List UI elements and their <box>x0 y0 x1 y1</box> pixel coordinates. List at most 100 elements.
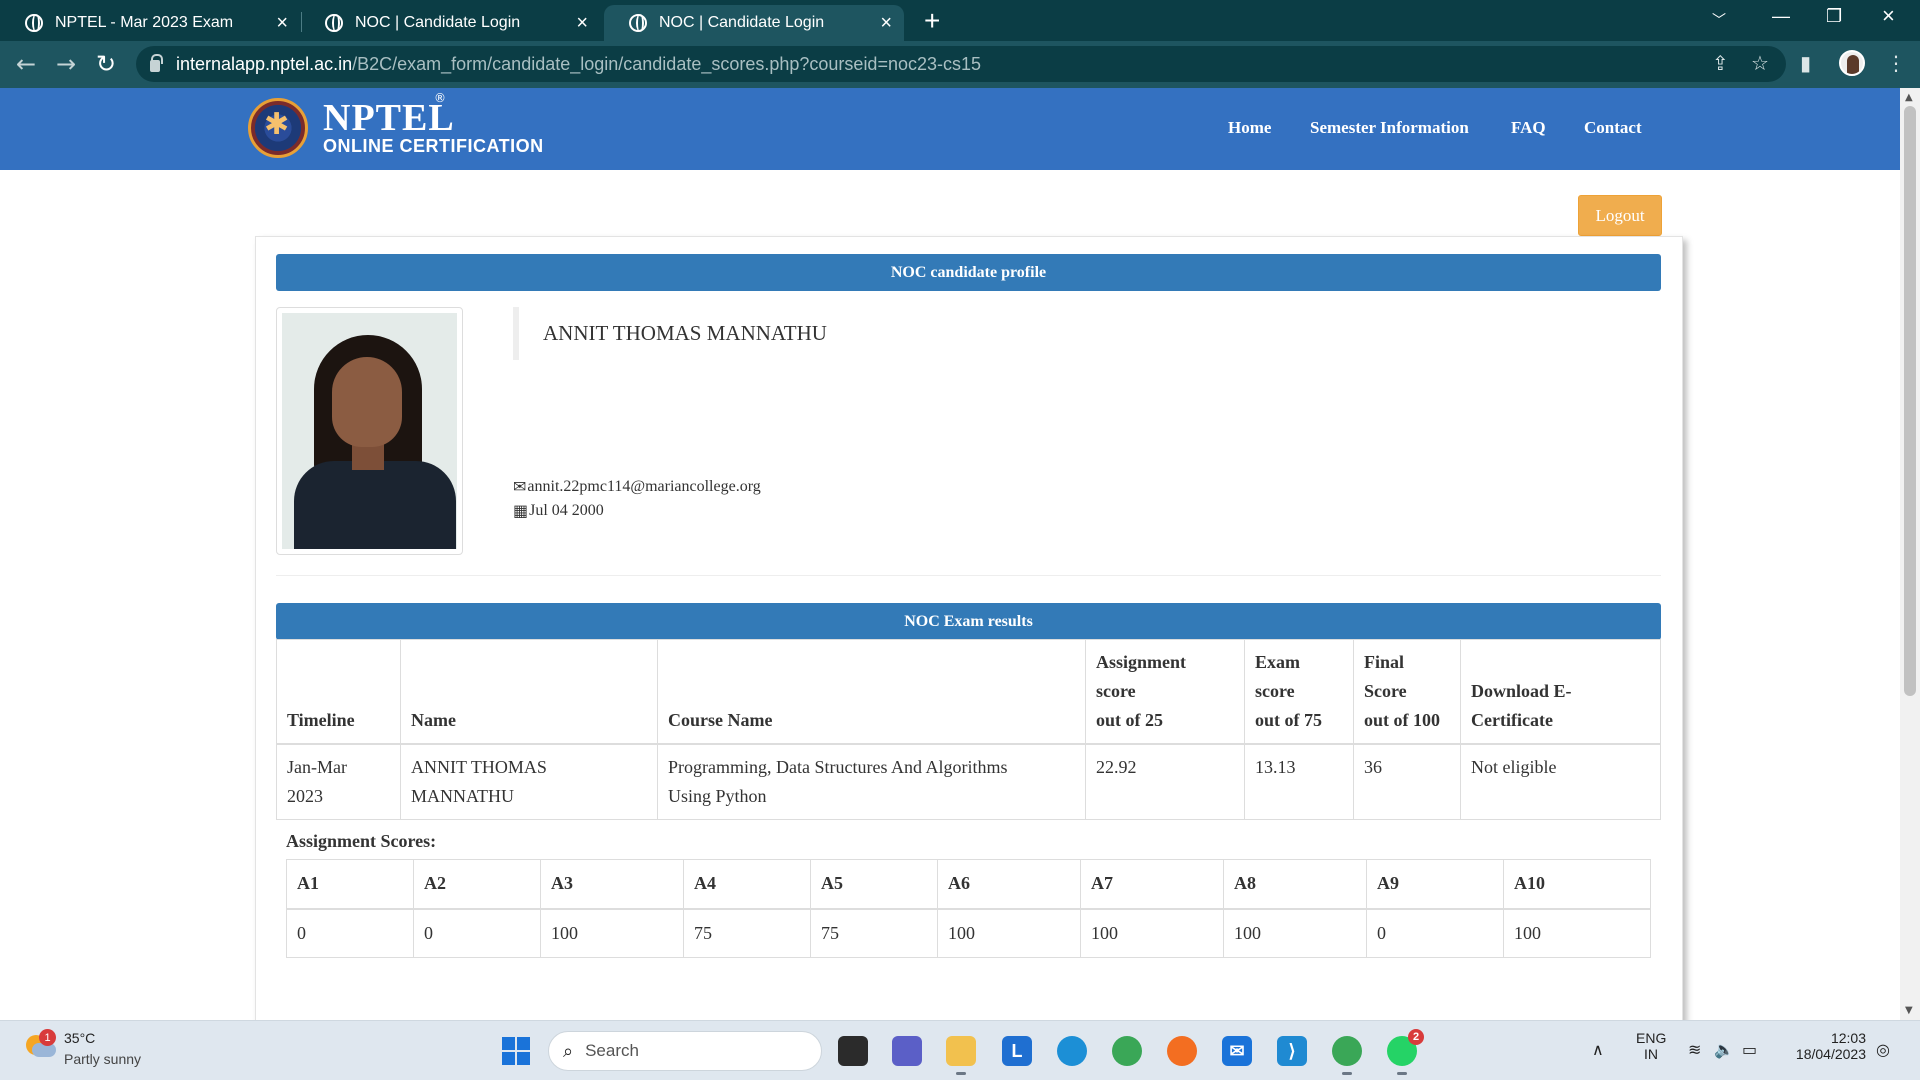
notification-badge: 2 <box>1408 1029 1424 1045</box>
cell-name: ANNIT THOMAS MANNATHU <box>400 743 658 820</box>
candidate-photo <box>276 307 463 555</box>
new-tab-button[interactable]: + <box>924 6 940 36</box>
logout-button[interactable]: Logout <box>1578 195 1662 236</box>
close-icon[interactable]: × <box>576 13 588 33</box>
forward-icon[interactable]: → <box>56 51 76 77</box>
tab-search-icon[interactable]: ﹀ <box>1712 10 1726 30</box>
tab-candidate-login-active[interactable]: NOC | Candidate Login × <box>604 5 904 41</box>
nav-semester-information[interactable]: Semester Information <box>1310 118 1469 138</box>
col-a1: A1 <box>286 859 414 910</box>
score-a2: 0 <box>413 908 541 958</box>
profile-avatar[interactable] <box>1839 50 1865 76</box>
chrome-icon[interactable] <box>1112 1036 1142 1066</box>
col-assignment-score: Assignment score out of 25 <box>1085 639 1245 745</box>
col-a3: A3 <box>540 859 684 910</box>
search-placeholder: Search <box>585 1041 639 1060</box>
score-a8: 100 <box>1223 908 1367 958</box>
candidate-name: ANNIT THOMAS MANNATHU <box>513 307 827 360</box>
gift-icon: ▦ <box>513 501 529 520</box>
chrome-profile-icon[interactable] <box>1332 1036 1362 1075</box>
candidate-dob: Jul 04 2000 <box>529 501 604 519</box>
close-icon[interactable]: × <box>880 13 892 33</box>
app-l-icon[interactable]: L <box>1002 1036 1032 1066</box>
minimize-icon[interactable]: — <box>1772 6 1790 27</box>
weather-description[interactable]: Partly sunny <box>64 1051 141 1067</box>
col-timeline: Timeline <box>276 639 401 745</box>
menu-kebab-icon[interactable]: ⋮ <box>1886 51 1906 75</box>
score-a10: 100 <box>1503 908 1651 958</box>
col-a5: A5 <box>810 859 938 910</box>
lock-icon[interactable] <box>150 54 163 72</box>
address-bar[interactable]: internalapp.nptel.ac.in/B2C/exam_form/ca… <box>136 46 1786 82</box>
file-explorer-icon[interactable] <box>946 1036 976 1075</box>
nav-faq[interactable]: FAQ <box>1511 118 1546 138</box>
back-icon[interactable]: ← <box>16 51 36 77</box>
score-a7: 100 <box>1080 908 1224 958</box>
nptel-logo-icon[interactable] <box>248 98 308 158</box>
notification-icon[interactable]: ◎ <box>1876 1040 1890 1059</box>
edge-icon[interactable] <box>1057 1036 1087 1066</box>
col-a6: A6 <box>937 859 1081 910</box>
clock[interactable]: 12:03 18/04/2023 <box>1786 1030 1866 1062</box>
mail-icon[interactable]: ✉ <box>1222 1036 1252 1066</box>
cell-assignment-score: 22.92 <box>1085 743 1245 820</box>
cell-timeline: Jan-Mar 2023 <box>276 743 401 820</box>
volume-icon[interactable]: 🔈 <box>1714 1040 1734 1059</box>
globe-icon <box>25 14 43 32</box>
close-icon[interactable]: × <box>276 13 288 33</box>
battery-icon[interactable]: ▭ <box>1742 1040 1757 1059</box>
col-name: Name <box>400 639 658 745</box>
nav-home[interactable]: Home <box>1228 118 1271 138</box>
score-a4: 75 <box>683 908 811 958</box>
firefox-icon[interactable] <box>1167 1036 1197 1066</box>
assignment-scores-table: A1 A2 A3 A4 A5 A6 A7 A8 A9 A10 0 0 100 7… <box>286 859 1651 958</box>
cell-exam-score: 13.13 <box>1244 743 1354 820</box>
scroll-down-icon[interactable]: ▼ <box>1905 1005 1913 1016</box>
windows-taskbar: 1 35°C Partly sunny ⌕ Search L ✉ ⟩ 2 ∧ E… <box>0 1020 1920 1080</box>
windows-start-icon[interactable] <box>502 1037 530 1065</box>
taskbar-search[interactable]: ⌕ Search <box>548 1031 822 1071</box>
cell-final-score: 36 <box>1353 743 1461 820</box>
restore-icon[interactable]: ❐ <box>1826 6 1842 27</box>
logo-subtitle[interactable]: ONLINE CERTIFICATION <box>323 136 544 157</box>
profile-section-header: NOC candidate profile <box>276 254 1661 291</box>
site-header: NPTEL ® ONLINE CERTIFICATION Home Semest… <box>0 88 1900 170</box>
tab-nptel-exam[interactable]: NPTEL - Mar 2023 Exam × <box>0 5 300 41</box>
candidate-email: annit.22pmc114@mariancollege.org <box>527 477 761 495</box>
browser-tabstrip: NPTEL - Mar 2023 Exam × NOC | Candidate … <box>0 0 1920 41</box>
cell-course-name: Programming, Data Structures And Algorit… <box>657 743 1086 820</box>
table-row: 0 0 100 75 75 100 100 100 0 100 <box>286 908 1651 958</box>
side-panel-icon[interactable]: ▮ <box>1800 51 1811 75</box>
vscode-icon[interactable]: ⟩ <box>1277 1036 1307 1066</box>
tab-title: NPTEL - Mar 2023 Exam <box>55 14 234 31</box>
globe-icon <box>325 14 343 32</box>
weather-badge: 1 <box>39 1029 56 1046</box>
col-a7: A7 <box>1080 859 1224 910</box>
close-window-icon[interactable]: × <box>1882 3 1895 29</box>
col-exam-score: Exam score out of 75 <box>1244 639 1354 745</box>
share-icon[interactable]: ⇪ <box>1712 51 1729 75</box>
scroll-up-icon[interactable]: ▲ <box>1905 92 1913 103</box>
language-indicator[interactable]: ENG IN <box>1636 1030 1666 1062</box>
registered-mark: ® <box>434 91 446 105</box>
candidate-panel: NOC candidate profile ANNIT THOMAS MANNA… <box>255 236 1683 1020</box>
bookmark-star-icon[interactable]: ☆ <box>1751 51 1769 75</box>
score-a6: 100 <box>937 908 1081 958</box>
wifi-icon[interactable]: ≋ <box>1688 1040 1701 1059</box>
weather-temperature[interactable]: 35°C <box>64 1030 95 1046</box>
reload-icon[interactable]: ↻ <box>96 51 116 77</box>
scrollbar-thumb[interactable] <box>1904 106 1916 696</box>
score-a1: 0 <box>286 908 414 958</box>
assignment-header-row: A1 A2 A3 A4 A5 A6 A7 A8 A9 A10 <box>286 859 1651 910</box>
page-scrollbar[interactable]: ▲ ▼ <box>1900 88 1920 1020</box>
task-view-icon[interactable] <box>838 1036 868 1066</box>
nav-contact[interactable]: Contact <box>1584 118 1642 138</box>
col-download-certificate: Download E- Certificate <box>1460 639 1661 745</box>
col-a10: A10 <box>1503 859 1651 910</box>
chevron-up-icon[interactable]: ∧ <box>1592 1040 1604 1059</box>
envelope-icon: ✉ <box>513 477 527 496</box>
teams-chat-icon[interactable] <box>892 1036 922 1066</box>
whatsapp-icon[interactable]: 2 <box>1387 1029 1424 1075</box>
tab-candidate-login[interactable]: NOC | Candidate Login × <box>300 5 600 41</box>
col-a2: A2 <box>413 859 541 910</box>
